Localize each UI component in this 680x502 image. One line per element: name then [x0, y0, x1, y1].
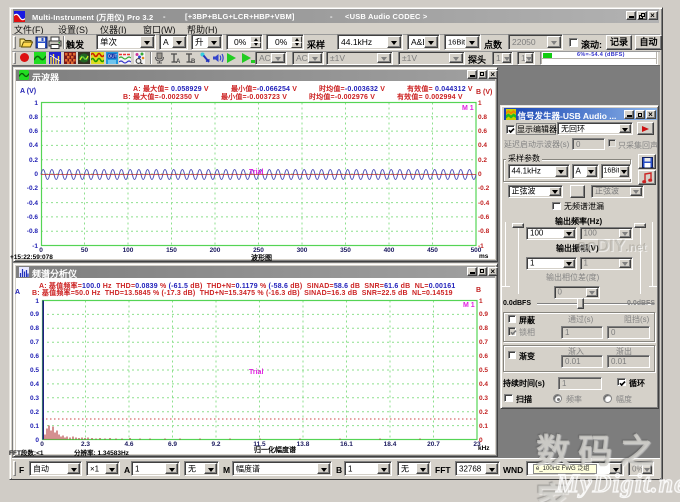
svg-text:DUT: DUT: [108, 54, 117, 59]
svg-text:B: B: [191, 59, 196, 64]
svg-text:A: A: [176, 59, 181, 64]
